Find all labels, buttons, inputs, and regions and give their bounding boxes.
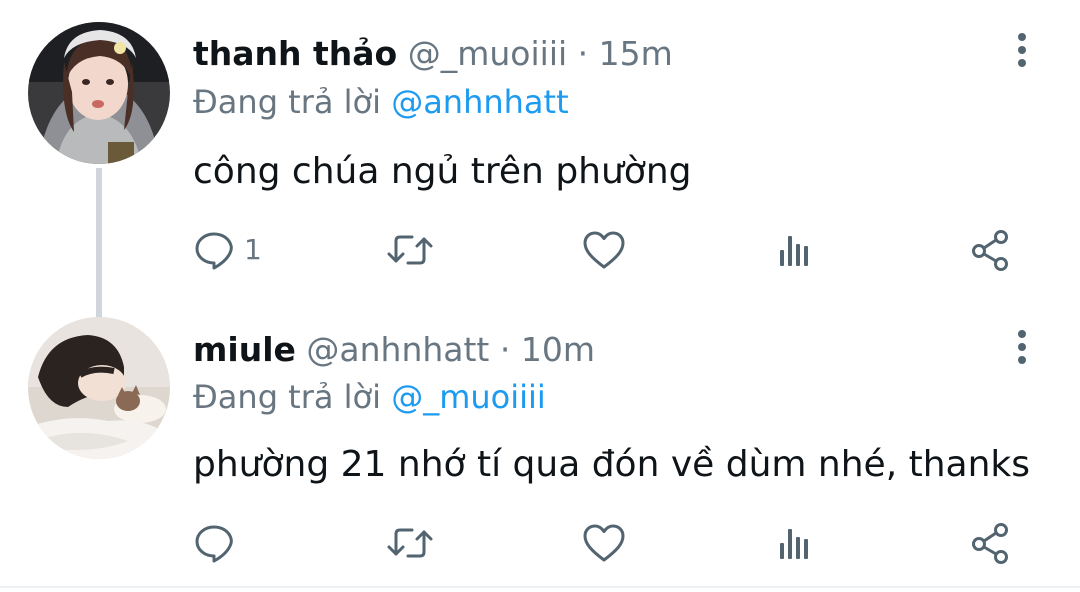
more-options-button[interactable] bbox=[1000, 28, 1044, 72]
views-button[interactable] bbox=[774, 518, 818, 568]
display-name[interactable]: thanh thảo bbox=[193, 34, 397, 73]
timestamp[interactable]: 10m bbox=[521, 330, 595, 369]
like-button[interactable] bbox=[581, 518, 627, 568]
reply-icon bbox=[195, 525, 233, 563]
tweet[interactable]: thanh thảo @_muoiiii · 15m Đang trả lời … bbox=[0, 0, 1080, 326]
separator: · bbox=[499, 330, 511, 369]
retweet-icon bbox=[387, 528, 433, 558]
avatar[interactable] bbox=[28, 317, 170, 459]
views-button[interactable] bbox=[774, 225, 818, 275]
more-options-button[interactable] bbox=[1000, 325, 1044, 369]
avatar-photo bbox=[28, 22, 170, 164]
avatar[interactable] bbox=[28, 22, 170, 164]
like-icon bbox=[583, 231, 625, 269]
replying-to: Đang trả lời @anhnhatt bbox=[193, 82, 569, 122]
tweet-header: thanh thảo @_muoiiii · 15m bbox=[193, 34, 673, 74]
views-icon bbox=[780, 236, 808, 266]
action-bar: 1 bbox=[0, 225, 1080, 275]
display-name[interactable]: miule bbox=[193, 330, 296, 369]
more-options-icon bbox=[1018, 330, 1026, 364]
retweet-button[interactable] bbox=[385, 518, 435, 568]
tweet-text: công chúa ngủ trên phường bbox=[193, 151, 692, 192]
avatar-photo bbox=[28, 317, 170, 459]
share-button[interactable] bbox=[968, 518, 1014, 568]
share-button[interactable] bbox=[968, 225, 1014, 275]
retweet-icon bbox=[387, 235, 433, 265]
reply-icon bbox=[195, 232, 233, 270]
separator: · bbox=[577, 34, 589, 73]
replying-to-handle[interactable]: @anhnhatt bbox=[391, 83, 568, 121]
user-handle[interactable]: @_muoiiii bbox=[408, 34, 567, 73]
share-icon bbox=[972, 523, 1008, 564]
replying-prefix: Đang trả lời bbox=[193, 378, 382, 416]
replying-to: Đang trả lời @_muoiiii bbox=[193, 377, 546, 417]
replying-prefix: Đang trả lời bbox=[193, 83, 382, 121]
tweet[interactable]: miule @anhnhatt · 10m Đang trả lời @_muo… bbox=[0, 305, 1080, 592]
views-icon bbox=[780, 529, 808, 559]
like-button[interactable] bbox=[581, 225, 627, 275]
tweet-text: phường 21 nhớ tí qua đón về dùm nhé, tha… bbox=[193, 444, 1030, 485]
reply-button[interactable]: 1 bbox=[192, 225, 262, 275]
divider bbox=[0, 586, 1080, 588]
user-handle[interactable]: @anhnhatt bbox=[306, 330, 489, 369]
tweet-header: miule @anhnhatt · 10m bbox=[193, 330, 595, 370]
more-options-icon bbox=[1018, 33, 1026, 67]
share-icon bbox=[972, 230, 1008, 271]
reply-count: 1 bbox=[244, 233, 262, 266]
retweet-button[interactable] bbox=[385, 225, 435, 275]
like-icon bbox=[583, 524, 625, 562]
replying-to-handle[interactable]: @_muoiiii bbox=[391, 378, 546, 416]
reply-button[interactable] bbox=[192, 518, 244, 568]
timestamp[interactable]: 15m bbox=[599, 34, 673, 73]
action-bar bbox=[0, 518, 1080, 568]
